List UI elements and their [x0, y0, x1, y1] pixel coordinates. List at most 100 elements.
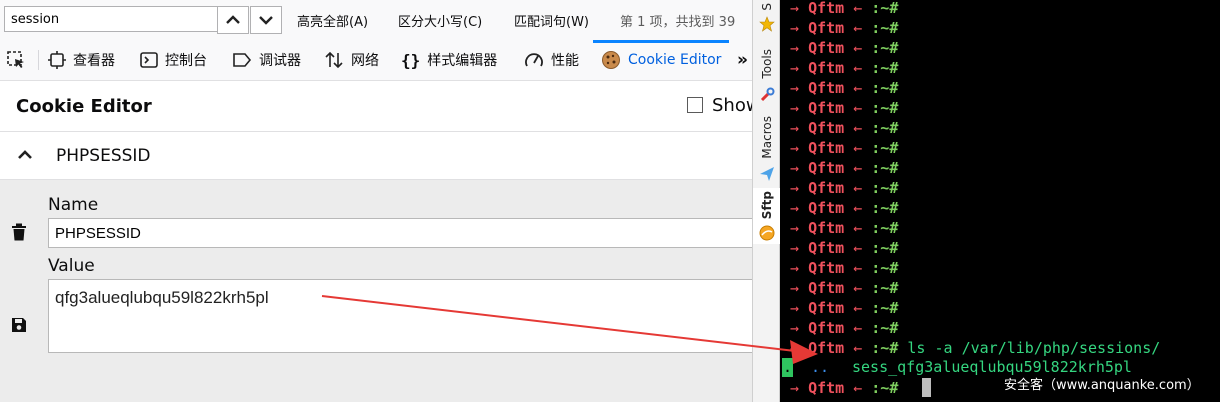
prompt-path: :~# [871, 59, 899, 77]
prompt-host: Qftm [808, 159, 845, 177]
tools-icon[interactable] [753, 86, 780, 104]
sidebar-tab-sftp[interactable]: Sftp [753, 188, 780, 222]
tab-label: 样式编辑器 [427, 53, 498, 69]
prompt-arrow: → [790, 379, 800, 397]
style-editor-icon: {} [401, 50, 421, 70]
sidebar-tab-s[interactable]: S [753, 0, 780, 14]
find-previous-button[interactable] [217, 6, 249, 34]
name-field[interactable] [48, 218, 752, 248]
prompt-line: → Qftm ← :~# [790, 158, 898, 178]
prompt-host: Qftm [808, 99, 845, 117]
prompt-left-arrow: ← [853, 0, 863, 17]
tab-label: 网络 [351, 53, 379, 69]
find-input[interactable] [4, 6, 224, 32]
prompt-line: → Qftm ← :~# [790, 278, 898, 298]
prompt-line: → Qftm ← :~# [790, 0, 898, 18]
inspector-icon [48, 51, 66, 69]
tab-network[interactable]: 网络 [324, 40, 379, 80]
tabs-overflow-button[interactable]: » [737, 40, 748, 80]
prompt-arrow: → [790, 59, 800, 77]
prompt-host: Qftm [808, 139, 845, 157]
prompt-host: Qftm [808, 19, 845, 37]
star-icon [758, 16, 775, 32]
prompt-host: Qftm [808, 119, 845, 137]
whole-words-toggle[interactable]: 匹配词句(W) [514, 11, 589, 30]
prompt-host: Qftm [808, 59, 845, 77]
sidebar-tab-macros[interactable]: Macros [753, 112, 780, 162]
tab-label: 调试器 [259, 53, 301, 69]
sidebar-tab-tools[interactable]: Tools [753, 42, 780, 86]
value-field[interactable]: qfg3alueqlubqu59l822krh5pl [48, 279, 752, 353]
element-picker-button[interactable] [6, 40, 26, 80]
cookie-icon [602, 51, 620, 69]
prompt-host: Qftm [808, 39, 845, 57]
prompt-left-arrow: ← [853, 159, 863, 177]
prompt-line: → Qftm ← :~# [790, 178, 898, 198]
pick-element-icon [7, 51, 24, 68]
prompt-path: :~# [871, 0, 899, 17]
prompt-host: Qftm [808, 259, 845, 277]
star-icon[interactable] [753, 15, 780, 33]
show-label[interactable]: Show [712, 95, 752, 116]
tab-performance[interactable]: 性能 [524, 40, 579, 80]
prompt-left-arrow: ← [853, 119, 863, 137]
prompt-line: → Qftm ← :~# [790, 18, 898, 38]
prompt-left-arrow: ← [853, 259, 863, 277]
prompt-left-arrow: ← [853, 319, 863, 337]
tab-label: 性能 [551, 53, 579, 69]
prompt-left-arrow: ← [853, 99, 863, 117]
tab-style-editor[interactable]: {} 样式编辑器 [401, 40, 497, 80]
match-case-toggle[interactable]: 区分大小写(C) [398, 11, 482, 30]
prompt-path: :~# [871, 339, 899, 357]
prompt-left-arrow: ← [853, 199, 863, 217]
prompt-left-arrow: ← [853, 239, 863, 257]
macros-icon[interactable] [753, 164, 780, 184]
prompt-arrow: → [790, 0, 800, 17]
ls-dotdot: .. [811, 358, 830, 376]
prompt-line: → Qftm ← :~# [790, 318, 898, 338]
cookie-list-item[interactable]: PHPSESSID [0, 132, 752, 180]
find-next-button[interactable] [250, 6, 282, 34]
prompt-left-arrow: ← [853, 59, 863, 77]
prompt-arrow: → [790, 239, 800, 257]
prompt-arrow: → [790, 299, 800, 317]
cookie-editor-header: Cookie Editor [0, 81, 752, 132]
prompt-path: :~# [871, 299, 899, 317]
prompt-arrow: → [790, 79, 800, 97]
prompt-path: :~# [871, 139, 899, 157]
terminal[interactable]: → Qftm ← :~# → Qftm ← :~# → Qftm ← :~# → Qf… [780, 0, 1220, 402]
prompt-path: :~# [871, 319, 899, 337]
prompt-path: :~# [871, 79, 899, 97]
paper-plane-icon [759, 167, 774, 181]
tab-label: 查看器 [73, 53, 115, 69]
prompt-path: :~# [871, 39, 899, 57]
show-checkbox[interactable] [687, 97, 703, 113]
prompt-path: :~# [871, 239, 899, 257]
page-title: Cookie Editor [16, 96, 152, 117]
sftp-globe-icon [759, 225, 774, 241]
tab-debugger[interactable]: 调试器 [232, 40, 301, 80]
prompt-path: :~# [871, 19, 899, 37]
prompt-arrow: → [790, 339, 800, 357]
tab-inspector[interactable]: 查看器 [48, 40, 115, 80]
tab-console[interactable]: 控制台 [140, 40, 207, 80]
prompt-host: Qftm [808, 299, 845, 317]
current-prompt: → Qftm ← :~# [790, 378, 898, 398]
prompt-left-arrow: ← [853, 299, 863, 317]
ls-dot: . [783, 358, 793, 376]
devtools-toolbar: 查看器 控制台 调试器 网络 {} 样式编辑器 性能 Cookie Editor… [0, 40, 752, 81]
prompt-arrow: → [790, 159, 800, 177]
prompt-line: → Qftm ← :~# [790, 258, 898, 278]
chevron-up-icon [226, 15, 240, 24]
tab-cookie-editor[interactable]: Cookie Editor [592, 40, 730, 80]
highlight-all-toggle[interactable]: 高亮全部(A) [297, 11, 368, 30]
sftp-icon[interactable] [753, 222, 780, 244]
prompt-path: :~# [871, 179, 899, 197]
wrench-icon [760, 87, 774, 102]
save-icon[interactable] [11, 317, 27, 333]
trash-icon[interactable] [11, 223, 27, 241]
prompt-host: Qftm [808, 219, 845, 237]
prompt-line: → Qftm ← :~# [790, 118, 898, 138]
tab-label: Cookie Editor [628, 52, 722, 68]
prompt-arrow: → [790, 19, 800, 37]
